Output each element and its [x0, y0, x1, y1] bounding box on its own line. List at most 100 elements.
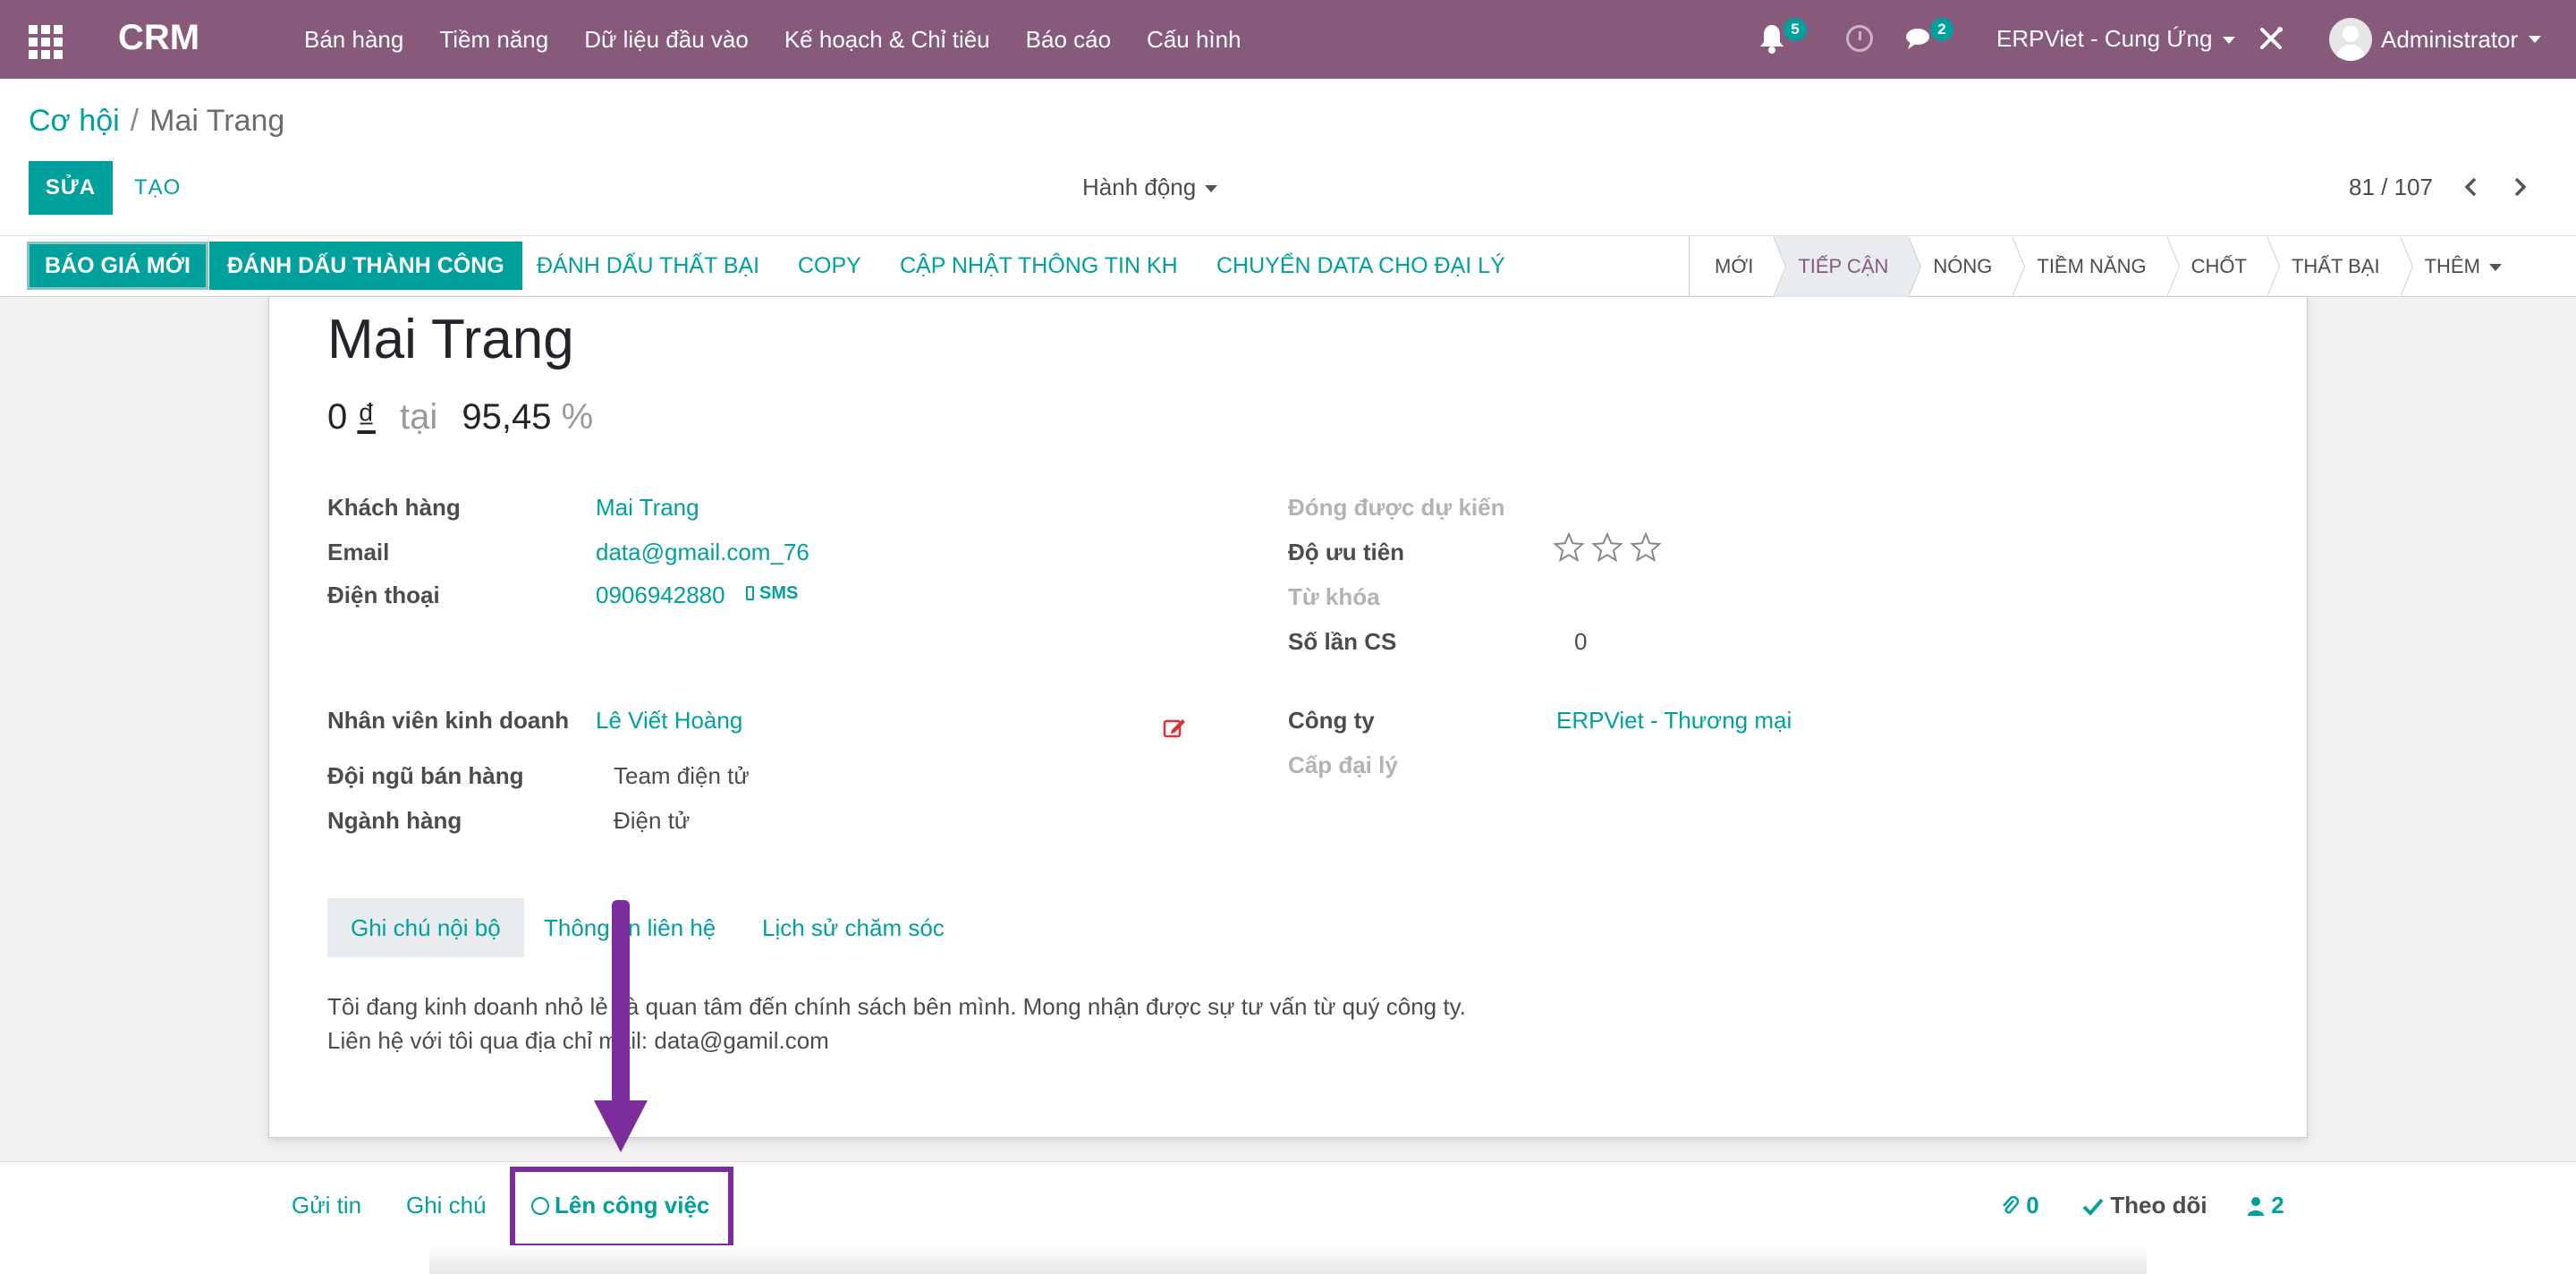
- note-line-1: Tôi đang kinh doanh nhỏ lẻ và quan tâm đ…: [327, 993, 1466, 1020]
- tab-internal-notes[interactable]: Ghi chú nội bộ: [327, 898, 524, 957]
- followers-button[interactable]: 2: [2247, 1192, 2284, 1219]
- star-icon[interactable]: [1591, 531, 1623, 564]
- stage-lost[interactable]: THẤT BẠI: [2267, 236, 2413, 297]
- breadcrumb-separator: /: [130, 104, 140, 138]
- caret-down-icon: [1205, 185, 1218, 193]
- stage-more[interactable]: THÊM: [2400, 236, 2521, 297]
- stage-potential[interactable]: TIỀM NĂNG: [2012, 236, 2180, 297]
- mobile-icon: [746, 586, 754, 600]
- percent-sign: %: [561, 397, 594, 437]
- sales-team-value[interactable]: Team điện tử: [614, 762, 750, 790]
- record-title: Mai Trang: [327, 309, 574, 370]
- chevron-right-icon[interactable]: [2508, 175, 2531, 199]
- menu-sales[interactable]: Bán hàng: [304, 26, 403, 54]
- chevron-left-icon[interactable]: [2460, 175, 2483, 199]
- star-icon[interactable]: [1553, 531, 1585, 564]
- annotation-arrow-head: [594, 1100, 648, 1152]
- internal-note[interactable]: Tôi đang kinh doanh nhỏ lẻ và quan tâm đ…: [327, 989, 1466, 1057]
- industry-value[interactable]: Điện tử: [614, 807, 690, 835]
- followers-count: 2: [2271, 1192, 2284, 1219]
- customer-value[interactable]: Mai Trang: [596, 494, 699, 522]
- mark-lost-button[interactable]: ĐÁNH DẤU THẤT BẠI: [537, 242, 759, 290]
- note-line-2: Liên hệ với tôi qua địa chỉ mail: data@g…: [327, 1027, 829, 1054]
- priority-label: Độ ưu tiên: [1288, 539, 1405, 565]
- user-icon: [2248, 1197, 2264, 1216]
- email-label: Email: [327, 539, 390, 565]
- app-brand[interactable]: CRM: [118, 18, 199, 58]
- phone-label: Điện thoại: [327, 582, 440, 608]
- expected-close-label: Đóng được dự kiến: [1288, 494, 1505, 521]
- tab-contact-info[interactable]: Thông tin liên hệ: [544, 898, 716, 957]
- check-icon: [2082, 1198, 2104, 1216]
- company-name: ERPViet - Cung Ứng: [1996, 25, 2213, 52]
- bell-icon[interactable]: [1758, 23, 1785, 54]
- action-label: Hành động: [1082, 174, 1197, 200]
- user-menu[interactable]: Administrator: [2329, 16, 2542, 63]
- attachments-count: 0: [2026, 1192, 2039, 1219]
- industry-label: Ngành hàng: [327, 807, 462, 834]
- menu-input-data[interactable]: Dữ liệu đầu vào: [584, 26, 749, 54]
- company-switcher[interactable]: ERPViet - Cung Ứng: [1996, 25, 2236, 53]
- stage-pipeline: MỚI TIẾP CẬN NÓNG TIỀM NĂNG CHỐT THẤT BẠ…: [1689, 236, 2521, 297]
- care-count-value: 0: [1574, 628, 1588, 655]
- sms-button[interactable]: SMS: [746, 583, 798, 604]
- control-panel: [0, 79, 2576, 236]
- stage-new[interactable]: MỚI: [1690, 236, 1787, 297]
- action-dropdown[interactable]: Hành động: [1082, 174, 1218, 201]
- edit-button[interactable]: SỬA: [29, 161, 113, 215]
- tab-care-history[interactable]: Lịch sử chăm sóc: [762, 898, 945, 957]
- top-menu: Bán hàng Tiềm năng Dữ liệu đầu vào Kế ho…: [304, 0, 1277, 79]
- apps-menu-icon[interactable]: [29, 25, 63, 59]
- attachments-button[interactable]: 0: [2000, 1192, 2039, 1219]
- follow-button[interactable]: Theo dõi: [2082, 1192, 2207, 1219]
- avatar: [2329, 18, 2372, 61]
- stage-hot[interactable]: NÓNG: [1908, 236, 2026, 297]
- menu-configuration[interactable]: Cấu hình: [1147, 26, 1241, 54]
- copy-button[interactable]: COPY: [798, 242, 861, 290]
- menu-leads[interactable]: Tiềm năng: [439, 26, 548, 54]
- agency-level-label: Cấp đại lý: [1288, 752, 1398, 778]
- breadcrumb: Cơ hội / Mai Trang: [29, 104, 284, 139]
- caret-down-icon: [2223, 37, 2236, 45]
- currency-symbol: ₫: [357, 397, 376, 437]
- menu-reports[interactable]: Báo cáo: [1026, 26, 1111, 54]
- debug-tools-icon[interactable]: [2258, 25, 2284, 52]
- company-value[interactable]: ERPViet - Thương mại: [1556, 707, 1792, 735]
- customer-label: Khách hàng: [327, 494, 461, 521]
- send-message-button[interactable]: Gửi tin: [292, 1192, 361, 1219]
- transfer-to-agency-button[interactable]: CHUYỂN DATA CHO ĐẠI LÝ: [1216, 242, 1505, 290]
- stage-approach[interactable]: TIẾP CẬN: [1773, 236, 1922, 297]
- follow-label: Theo dõi: [2110, 1192, 2207, 1219]
- caret-down-icon: [2488, 264, 2502, 272]
- stage-closing[interactable]: CHỐT: [2166, 236, 2281, 297]
- probability-value: 95,45: [462, 397, 552, 437]
- caret-down-icon: [2529, 36, 2542, 43]
- phone-value[interactable]: 0906942880: [596, 582, 725, 609]
- annotation-highlight-box: [510, 1167, 733, 1249]
- new-quotation-button[interactable]: BÁO GIÁ MỚI: [27, 242, 208, 290]
- user-name: Administrator: [2381, 25, 2519, 53]
- email-value[interactable]: data@gmail.com_76: [596, 539, 809, 566]
- salesperson-label: Nhân viên kinh doanh: [327, 707, 570, 734]
- pager-value[interactable]: 81 / 107: [2349, 174, 2433, 201]
- update-customer-button[interactable]: CẬP NHẬT THÔNG TIN KH: [900, 242, 1178, 290]
- care-count-label: Số lần CS: [1288, 628, 1397, 655]
- clock-icon[interactable]: [1846, 25, 1873, 52]
- log-note-button[interactable]: Ghi chú: [406, 1192, 487, 1219]
- stage-more-label: THÊM: [2424, 255, 2480, 277]
- menu-plans-targets[interactable]: Kế hoạch & Chỉ tiêu: [784, 26, 990, 54]
- company-label: Công ty: [1288, 707, 1375, 734]
- sales-team-label: Đội ngũ bán hàng: [327, 762, 524, 789]
- revenue-value: 0: [327, 397, 348, 437]
- breadcrumb-parent[interactable]: Cơ hội: [29, 104, 120, 138]
- sms-label: SMS: [759, 583, 799, 603]
- message-badge: 2: [1930, 18, 1953, 41]
- keywords-label: Từ khóa: [1288, 583, 1380, 610]
- bottom-shadow: [429, 1245, 2147, 1274]
- edit-icon[interactable]: [1163, 716, 1186, 739]
- at-label: tại: [400, 397, 438, 437]
- salesperson-value[interactable]: Lê Viết Hoàng: [596, 707, 742, 735]
- star-icon[interactable]: [1630, 531, 1662, 564]
- create-button[interactable]: TẠO: [134, 175, 181, 200]
- mark-won-button[interactable]: ĐÁNH DẤU THÀNH CÔNG: [209, 242, 522, 290]
